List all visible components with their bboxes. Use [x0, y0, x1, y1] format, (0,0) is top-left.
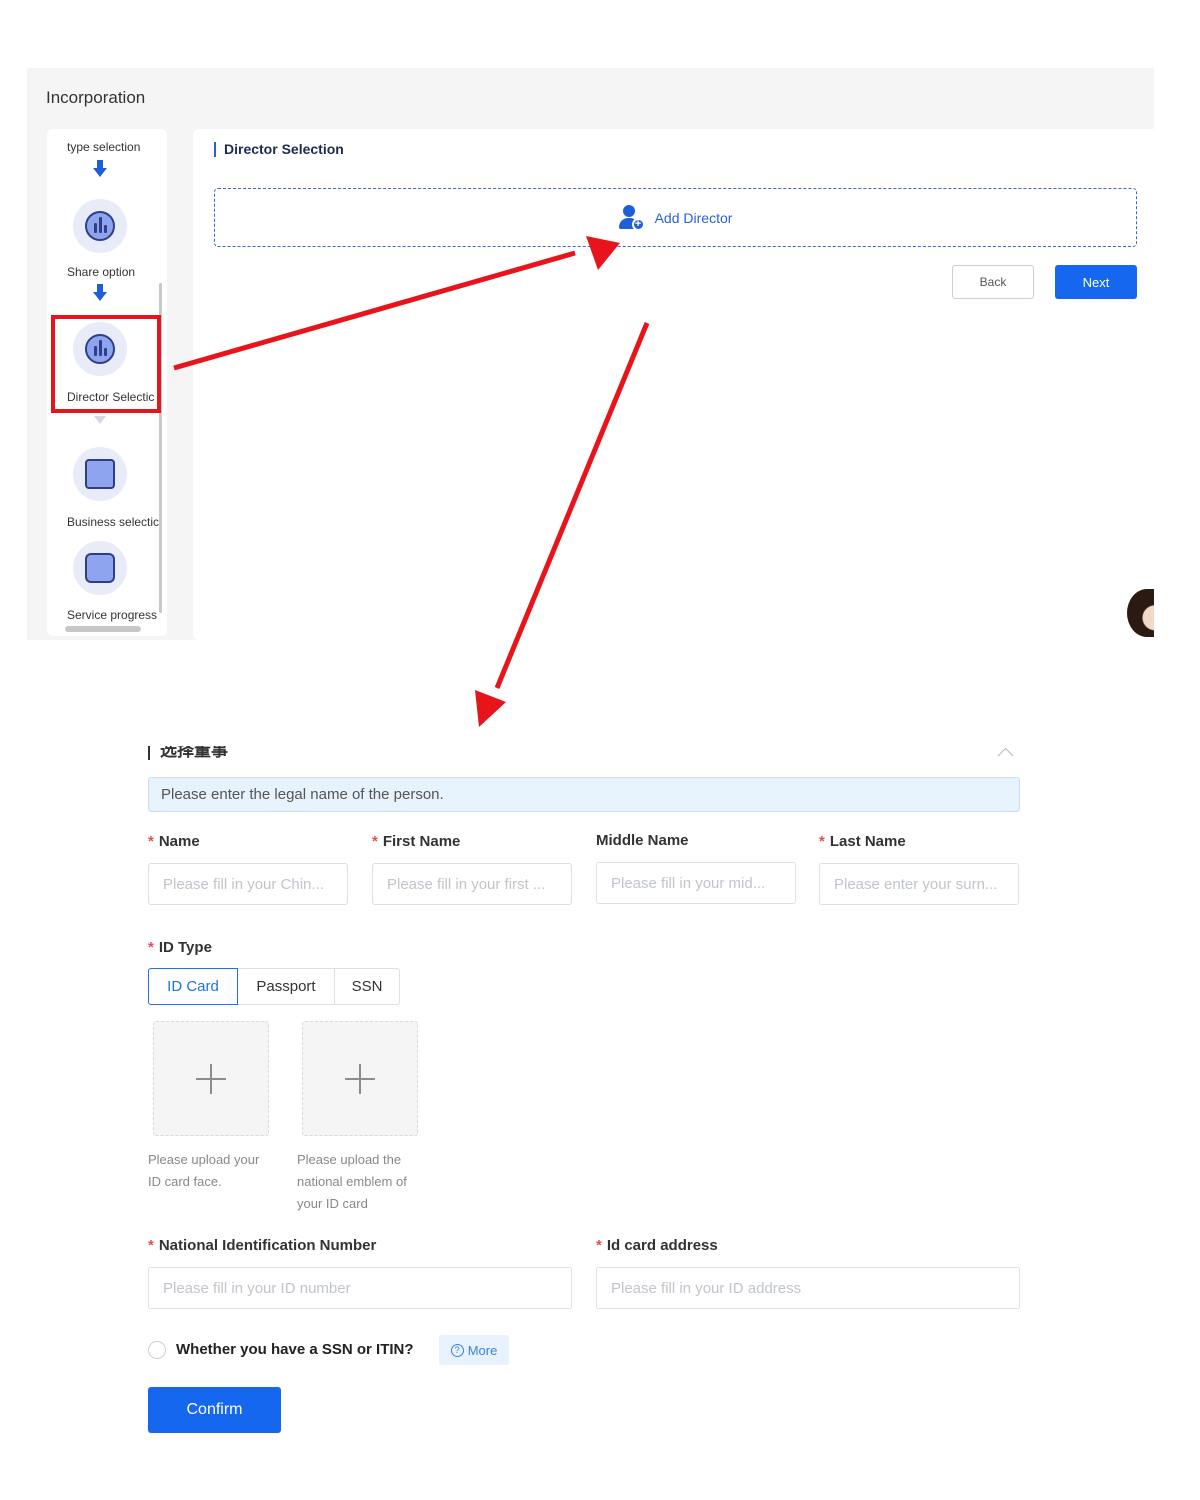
first-name-input[interactable] — [372, 863, 572, 905]
upload-id-face[interactable] — [153, 1021, 269, 1136]
add-director-button[interactable]: + Add Director — [214, 188, 1137, 247]
step-type-selection[interactable]: type selection — [67, 140, 140, 154]
plus-icon — [196, 1063, 226, 1094]
app-title: Incorporation — [46, 88, 146, 107]
ssn-radio[interactable] — [148, 1341, 166, 1359]
id-address-input[interactable] — [596, 1267, 1020, 1309]
more-label: More — [467, 1342, 498, 1358]
add-director-label: Add Director — [654, 209, 733, 226]
director-form: 选择董事 Please enter the legal name of the … — [0, 740, 1200, 1500]
chevron-up-icon[interactable] — [996, 746, 1016, 758]
help-icon: ? — [450, 1343, 464, 1357]
chart-icon[interactable] — [73, 199, 127, 253]
incorporation-screenshot: Incorporation type selection Share optio… — [27, 68, 1154, 640]
confirm-button[interactable]: Confirm — [148, 1387, 281, 1433]
horizontal-scrollbar[interactable] — [65, 626, 141, 632]
national-id-label: * National Identification Number — [148, 1237, 377, 1254]
arrow-down-outline-icon — [94, 416, 106, 428]
user-plus-icon: + — [618, 204, 645, 231]
first-name-label: * First Name — [372, 833, 461, 850]
last-name-input[interactable] — [819, 863, 1019, 905]
name-input[interactable] — [148, 863, 348, 905]
id-address-label: * Id card address — [596, 1237, 718, 1254]
form-heading: 选择董事 — [148, 746, 268, 760]
arrow-head-icon — [475, 690, 506, 727]
document-icon[interactable] — [73, 541, 127, 595]
id-type-option-ssn[interactable]: SSN — [334, 968, 400, 1005]
step-business-selection[interactable]: Business selectic — [67, 515, 159, 529]
middle-name-input[interactable] — [596, 862, 796, 904]
arrow-down-icon — [93, 160, 107, 178]
legal-name-notice: Please enter the legal name of the perso… — [148, 777, 1020, 812]
upload-face-tip: Please upload your ID card face. — [148, 1152, 260, 1189]
back-button[interactable]: Back — [952, 265, 1034, 299]
step-service-progress[interactable]: Service progress — [67, 608, 157, 622]
section-title: Director Selection — [214, 142, 344, 157]
upload-id-emblem[interactable] — [302, 1021, 418, 1136]
middle-name-label: Middle Name — [596, 832, 689, 849]
plus-icon — [345, 1063, 375, 1094]
arrow-down-icon — [93, 284, 107, 302]
name-label: * Name — [148, 833, 200, 850]
id-type-selector: ID Card Passport SSN — [148, 968, 400, 1005]
id-type-option-passport[interactable]: Passport — [237, 968, 335, 1005]
highlight-box-director-step — [51, 315, 161, 413]
ssn-question: Whether you have a SSN or ITIN? — [176, 1341, 414, 1358]
upload-emblem-tip: Please upload the national emblem of you… — [297, 1152, 407, 1211]
id-type-label: * ID Type — [148, 939, 212, 956]
more-button[interactable]: ? More — [439, 1335, 509, 1365]
last-name-label: * Last Name — [819, 833, 906, 850]
director-selection-card: Director Selection + Add Director Back N… — [193, 129, 1154, 640]
next-button[interactable]: Next — [1055, 265, 1137, 299]
id-type-option-id-card[interactable]: ID Card — [148, 968, 238, 1005]
national-id-input[interactable] — [148, 1267, 572, 1309]
step-share-option[interactable]: Share option — [67, 265, 135, 279]
support-avatar[interactable] — [1127, 589, 1154, 637]
layout-icon[interactable] — [73, 447, 127, 501]
